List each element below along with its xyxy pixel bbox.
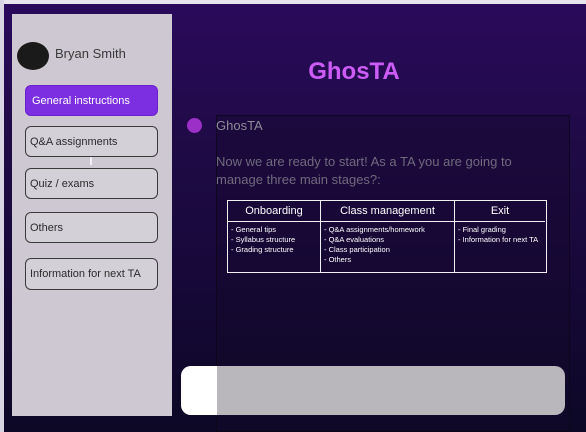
user-profile[interactable]: Bryan Smith <box>17 42 126 70</box>
message-input-bar <box>181 366 565 415</box>
stage-header: Class management <box>321 201 454 222</box>
sidebar-item-others[interactable]: Others <box>25 212 158 243</box>
sidebar-item-label: Quiz / exams <box>30 177 95 190</box>
stage-item: - Q&A assignments/homework <box>324 225 425 234</box>
stage-item: - Final grading <box>458 225 506 234</box>
stage-item: - Information for next TA <box>458 235 539 244</box>
sidebar-item-label: General instructions <box>32 94 130 107</box>
window-left-edge <box>0 0 4 432</box>
stage-column-exit: Exit - Final grading - Information for n… <box>455 201 545 272</box>
window-top-strip <box>0 0 586 4</box>
sidebar-item-label: Q&A assignments <box>30 135 118 148</box>
sidebar-item-label: Information for next TA <box>30 268 141 280</box>
sidebar-item-label: Others <box>30 221 64 234</box>
stage-item: - Q&A evaluations <box>324 235 385 244</box>
sidebar: Bryan Smith General instructions Q&A ass… <box>12 14 172 416</box>
stage-item: - Class participation <box>324 245 390 254</box>
user-name: Bryan Smith <box>55 45 126 61</box>
bot-name: GhosTA <box>216 118 263 133</box>
message-input[interactable] <box>217 366 565 415</box>
sidebar-item-qa-assignments[interactable]: Q&A assignments <box>25 126 158 157</box>
bot-message: Now we are ready to start! As a TA you a… <box>216 154 512 187</box>
app-title: GhosTA <box>308 58 400 85</box>
stage-item: - Others <box>324 255 352 264</box>
stages-table: Onboarding - General tips - Syllabus str… <box>227 200 547 273</box>
stage-column-onboarding: Onboarding - General tips - Syllabus str… <box>228 201 321 272</box>
stage-item: - General tips <box>231 225 277 234</box>
stage-column-class-management: Class management - Q&A assignments/homew… <box>321 201 455 272</box>
avatar <box>17 42 49 70</box>
sidebar-item-general-instructions[interactable]: General instructions <box>25 85 158 116</box>
stage-header: Exit <box>455 201 545 222</box>
input-left-block <box>181 366 217 415</box>
stage-header: Onboarding <box>228 201 320 222</box>
text-cursor-mark <box>90 157 92 165</box>
stage-item: - Grading structure <box>231 245 294 254</box>
sidebar-item-quiz-exams[interactable]: Quiz / exams <box>25 168 158 199</box>
bot-avatar-icon <box>187 118 202 133</box>
stage-item: - Syllabus structure <box>231 235 296 244</box>
sidebar-item-information-next-ta[interactable]: Information for next TA <box>25 258 158 290</box>
